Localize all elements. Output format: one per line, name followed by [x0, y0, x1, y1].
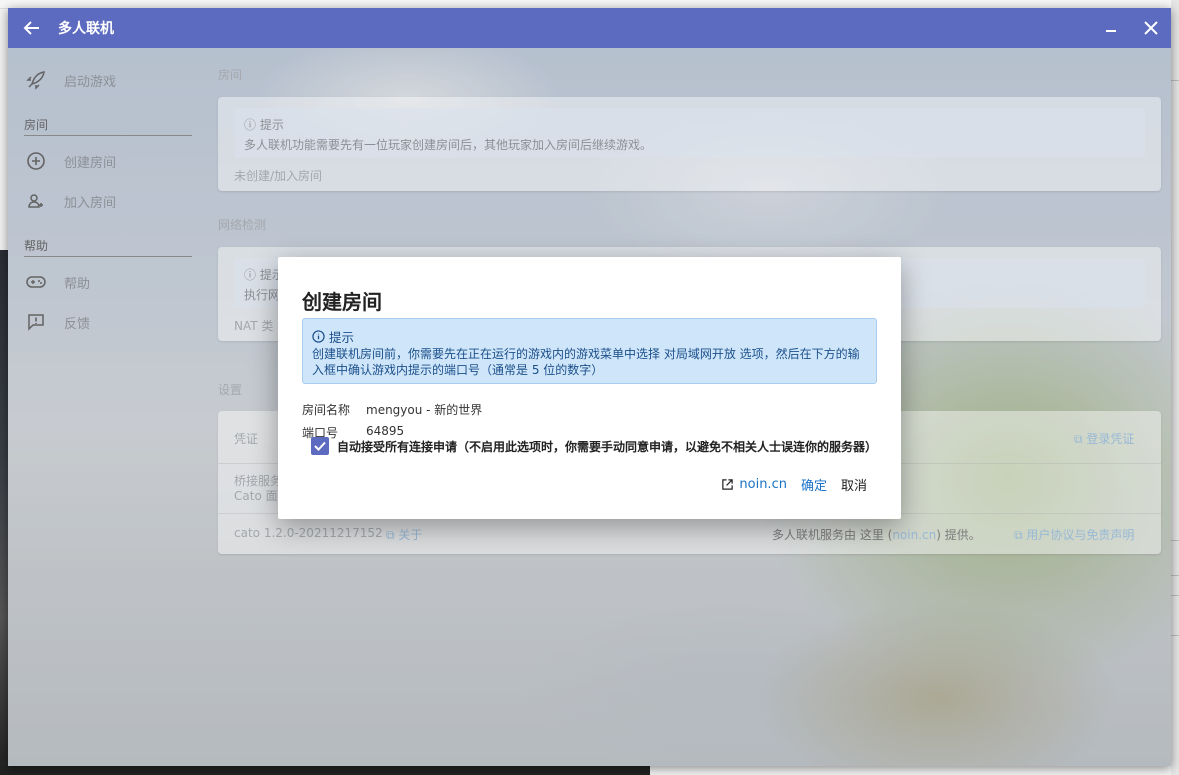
title-bar: 多人联机 [8, 8, 1171, 48]
dialog-hint-title: 提示 [329, 330, 355, 345]
create-room-dialog: 创建房间 提示 创建联机房间前，你需要先在正在运行的游戏内的游戏菜单中选择 对局… [278, 257, 901, 519]
confirm-button[interactable]: 确定 [801, 475, 827, 494]
room-name-key: 房间名称 [302, 403, 351, 417]
room-name-value: mengyou - 新的世界 [366, 403, 483, 417]
minimize-button[interactable] [1091, 8, 1131, 48]
room-name-row: 房间名称 mengyou - 新的世界 [302, 401, 482, 418]
close-button[interactable] [1131, 8, 1171, 48]
desktop-bottom-edge [0, 766, 650, 775]
window-title: 多人联机 [58, 21, 114, 37]
back-button[interactable] [8, 8, 56, 48]
arrow-left-icon [23, 21, 39, 35]
open-external-icon [722, 479, 734, 490]
auto-accept-row[interactable]: 自动接受所有连接申请（不启用此选项时，你需要手动同意申请，以避免不相关人士误连你… [311, 437, 877, 455]
check-icon [314, 441, 326, 451]
site-link[interactable]: noin.cn [721, 477, 787, 492]
auto-accept-label: 自动接受所有连接申请（不启用此选项时，你需要手动同意申请，以避免不相关人士误连你… [337, 439, 878, 454]
cancel-button[interactable]: 取消 [841, 475, 867, 494]
minimize-icon [1106, 30, 1116, 32]
dialog-title: 创建房间 [302, 290, 382, 314]
dialog-hint-text: 创建联机房间前，你需要先在正在运行的游戏内的游戏菜单中选择 对局域网开放 选项，… [312, 347, 860, 377]
info-icon [312, 330, 325, 343]
auto-accept-checkbox[interactable] [311, 437, 329, 455]
dialog-hint: 提示 创建联机房间前，你需要先在正在运行的游戏内的游戏菜单中选择 对局域网开放 … [302, 318, 877, 384]
dialog-actions: noin.cn 确定 取消 [721, 475, 867, 494]
launcher-window: 多人联机 启动游戏 房间 创建房间 加入房间 帮助 帮助 反馈 房间 ⓘ 提示 … [8, 8, 1171, 766]
desktop-left-edge [0, 250, 8, 775]
desktop-right-edge [1171, 0, 1179, 775]
close-icon [1144, 21, 1158, 35]
